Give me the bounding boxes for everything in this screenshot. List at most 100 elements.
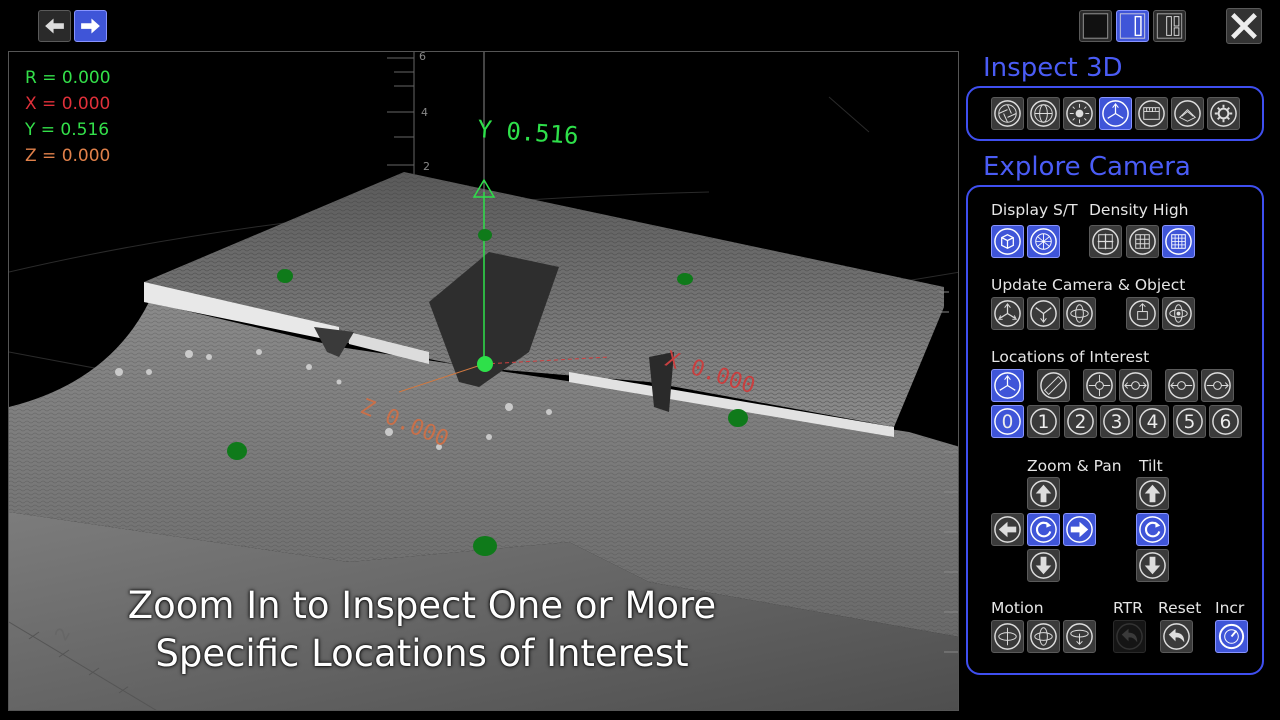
incr-label: Incr <box>1215 599 1245 617</box>
move-prev-icon <box>1168 372 1195 399</box>
loi-marker[interactable] <box>677 273 693 285</box>
inspect-tool-ruler-box-button[interactable] <box>1135 97 1168 130</box>
tilt-down-button[interactable] <box>1136 549 1169 582</box>
loi-number-0-button[interactable]: 0 <box>991 405 1024 438</box>
readout-r: R = 0.000 <box>25 68 111 88</box>
back-button[interactable] <box>38 10 71 42</box>
loi-label: Locations of Interest <box>991 348 1150 366</box>
tilt-up-button[interactable] <box>1136 477 1169 510</box>
loi-number-5-button[interactable]: 5 <box>1172 405 1206 438</box>
loi-number-icon: 4 <box>1139 408 1167 435</box>
motion-2-button[interactable] <box>1027 620 1060 653</box>
loi-marker[interactable] <box>473 536 497 556</box>
inspect-tool-globe-button[interactable] <box>1027 97 1060 130</box>
loi-number-text: 6 <box>1219 412 1231 433</box>
density-label: Density High <box>1089 201 1189 219</box>
close-button[interactable] <box>1226 8 1262 44</box>
update-object-2-button[interactable] <box>1162 297 1195 330</box>
layout-triple-button[interactable] <box>1153 10 1186 42</box>
display-solid-button[interactable] <box>991 225 1024 258</box>
loi-number-text: 1 <box>1038 412 1050 433</box>
motion-3-button[interactable] <box>1063 620 1096 653</box>
loi-number-text: 4 <box>1147 412 1159 433</box>
loi-number-icon: 3 <box>1103 408 1130 435</box>
grid-low-icon <box>1092 228 1119 255</box>
loi-axes-button[interactable] <box>991 369 1024 402</box>
cube-icon <box>994 228 1021 255</box>
loi-number-2-button[interactable]: 2 <box>1063 405 1097 438</box>
terrain-icon <box>1174 100 1201 127</box>
rotate-icon <box>1030 516 1057 543</box>
axis-y-label: Y 0.516 <box>477 115 580 150</box>
zoom-rotate-button[interactable] <box>1027 513 1060 546</box>
update-object-1-button[interactable] <box>1126 297 1159 330</box>
forward-button[interactable] <box>74 10 107 42</box>
axes-icon <box>994 372 1021 399</box>
arrow-left-icon <box>45 18 64 34</box>
loi-number-text: 3 <box>1111 412 1123 433</box>
loi-number-6-button[interactable]: 6 <box>1208 405 1242 438</box>
ruler-icon <box>1040 372 1067 399</box>
arrow-left-icon <box>994 516 1021 543</box>
update-camera-1-button[interactable] <box>991 297 1024 330</box>
update-camera-3-button[interactable] <box>1063 297 1096 330</box>
loi-marker[interactable] <box>227 442 247 460</box>
layout-single-button[interactable] <box>1079 10 1112 42</box>
loi-move-all-button[interactable] <box>1083 369 1116 402</box>
loi-prev-button[interactable] <box>1165 369 1198 402</box>
inspect-tool-light-button[interactable] <box>1063 97 1096 130</box>
loi-number-icon: 6 <box>1211 408 1239 435</box>
loi-move-h-button[interactable] <box>1119 369 1152 402</box>
loi-marker[interactable] <box>277 269 293 283</box>
display-texture-button[interactable] <box>1027 225 1060 258</box>
explore-title: Explore Camera <box>983 152 1191 182</box>
tick-label-4: 4 <box>421 106 428 119</box>
loi-marker[interactable] <box>728 409 748 427</box>
loi-marker-active[interactable] <box>477 356 493 372</box>
layout-split-button[interactable] <box>1116 10 1149 42</box>
viewport-3d[interactable]: 6 4 2 Y 0.516 X 0.000 Z 0.000 2 0 R = 0.… <box>8 51 959 711</box>
loi-number-text: 0 <box>1002 412 1014 433</box>
layout-single-icon <box>1082 13 1109 39</box>
inspect-tool-terrain-button[interactable] <box>1171 97 1204 130</box>
pan-left-button[interactable] <box>991 513 1024 546</box>
loi-number-icon: 1 <box>1030 408 1058 435</box>
undo-disabled-icon <box>1116 623 1143 650</box>
loi-marker[interactable] <box>478 229 492 241</box>
readout-x: X = 0.000 <box>25 94 111 114</box>
height-scale <box>387 52 415 182</box>
pan-up-button[interactable] <box>1027 477 1060 510</box>
loi-number-4-button[interactable]: 4 <box>1136 405 1170 438</box>
arrow-down-icon <box>1030 552 1057 579</box>
light-icon <box>1066 100 1093 127</box>
loi-next-button[interactable] <box>1201 369 1234 402</box>
density-high-button[interactable] <box>1162 225 1195 258</box>
caption-line-2: Specific Locations of Interest <box>155 632 689 675</box>
inspect-tool-aperture-button[interactable] <box>991 97 1024 130</box>
loi-number-3-button[interactable]: 3 <box>1099 405 1133 438</box>
density-medium-button[interactable] <box>1126 225 1159 258</box>
settings-icon <box>1210 100 1237 127</box>
tilt-rotate-button[interactable] <box>1136 513 1169 546</box>
arrow-right-icon <box>1066 516 1093 543</box>
motion-spin-icon <box>994 623 1021 650</box>
orbit-icon <box>1066 300 1093 327</box>
rtr-button[interactable] <box>1113 620 1146 653</box>
update-camera-2-button[interactable] <box>1027 297 1060 330</box>
density-low-button[interactable] <box>1089 225 1122 258</box>
reset-button[interactable] <box>1160 620 1193 653</box>
caption-line-1: Zoom In to Inspect One or More <box>127 584 717 627</box>
move-horizontal-icon <box>1122 372 1149 399</box>
tick-label-6: 6 <box>419 52 426 63</box>
inspect-tool-axes-button[interactable] <box>1099 97 1132 130</box>
move-next-icon <box>1204 372 1231 399</box>
loi-ruler-button[interactable] <box>1037 369 1070 402</box>
readout-z: Z = 0.000 <box>25 146 111 166</box>
motion-1-button[interactable] <box>991 620 1024 653</box>
inspect-tool-settings-button[interactable] <box>1207 97 1240 130</box>
pan-down-button[interactable] <box>1027 549 1060 582</box>
loi-number-1-button[interactable]: 1 <box>1027 405 1061 438</box>
incr-button[interactable] <box>1215 620 1248 653</box>
arrow-up-icon <box>1139 480 1166 507</box>
pan-right-button[interactable] <box>1063 513 1096 546</box>
